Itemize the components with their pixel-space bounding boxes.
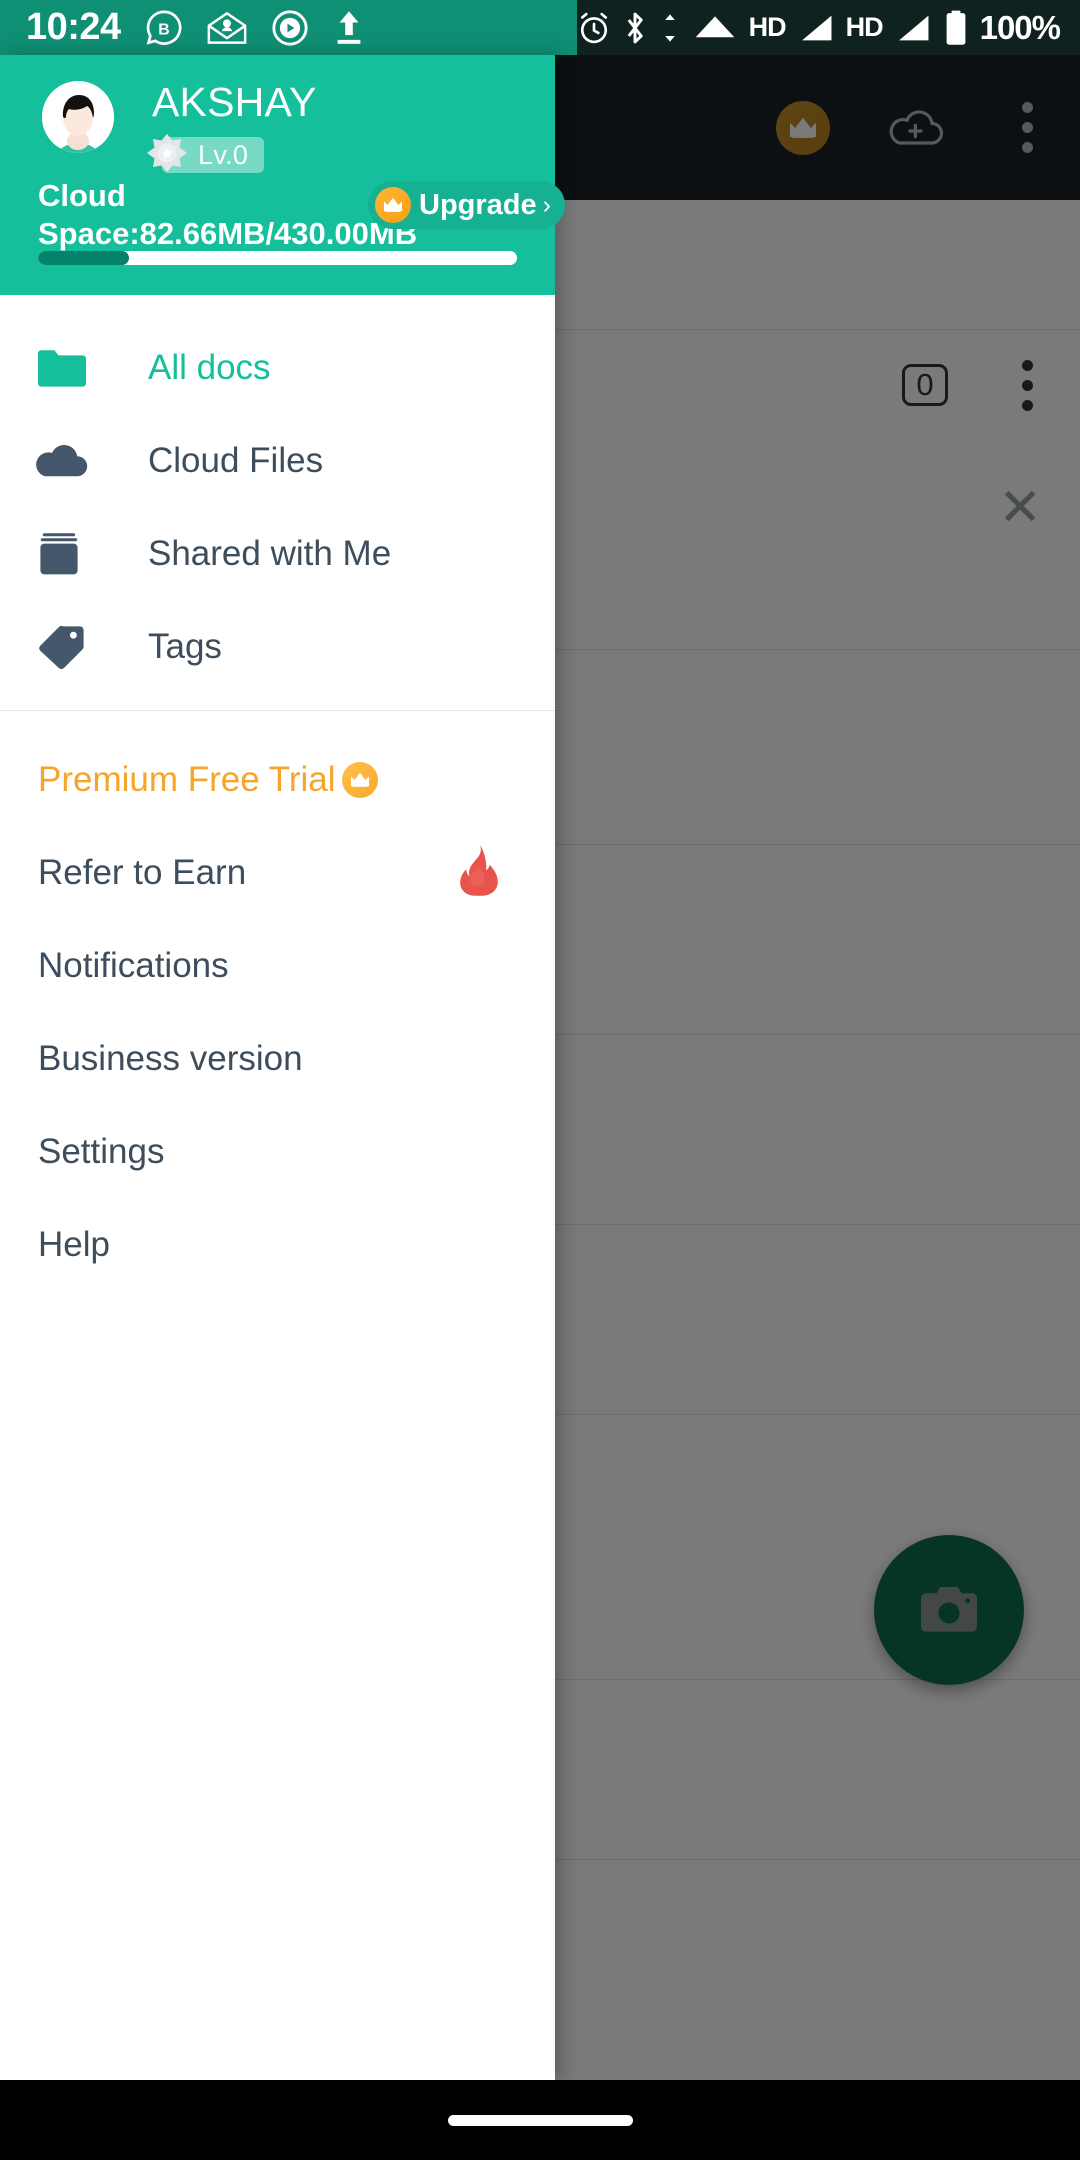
upgrade-button[interactable]: Upgrade › xyxy=(368,181,565,230)
sidebar-item-shared-with-me[interactable]: Shared with Me xyxy=(0,507,555,600)
wifi-icon xyxy=(659,12,681,44)
overflow-menu-icon[interactable] xyxy=(1004,97,1050,159)
status-bar-left: 10:24 B xyxy=(0,0,577,55)
primary-nav-section: All docs Cloud Files Shared with Me Tags xyxy=(0,295,555,711)
play-circle-icon xyxy=(271,9,309,47)
camera-icon xyxy=(921,1587,977,1632)
sidebar-item-label: Cloud Files xyxy=(148,440,324,480)
menu-item-label: Premium Free Trial xyxy=(38,759,336,799)
battery-percent: 100% xyxy=(979,8,1061,46)
cloud-add-icon[interactable] xyxy=(886,97,948,159)
close-icon[interactable]: ✕ xyxy=(998,482,1042,534)
cloud-space-text: Cloud Space:82.66MB/430.00MB xyxy=(38,178,418,251)
menu-item-label: Business version xyxy=(38,1038,303,1078)
chevron-right-icon: › xyxy=(542,190,551,219)
menu-item-label: Refer to Earn xyxy=(38,852,247,892)
upgrade-label: Upgrade xyxy=(419,188,537,221)
profile-username: AKSHAY xyxy=(152,79,317,125)
menu-item-settings[interactable]: Settings xyxy=(0,1105,555,1198)
sidebar-item-label: Tags xyxy=(148,626,222,666)
sidebar-item-label: Shared with Me xyxy=(148,533,392,573)
menu-item-business-version[interactable]: Business version xyxy=(0,1012,555,1105)
flame-icon xyxy=(455,843,503,902)
menu-item-label-wrapper: Premium Free Trial xyxy=(38,760,378,800)
menu-item-notifications[interactable]: Notifications xyxy=(0,919,555,1012)
signal-bars-icon xyxy=(797,11,835,45)
svg-text:B: B xyxy=(158,21,169,38)
count-badge: 0 xyxy=(902,364,948,406)
drawer-header: AKSHAY Lv.0 Cloud Space:82.66MB/430.00MB xyxy=(0,55,565,295)
signal-bars-icon xyxy=(894,11,932,45)
sidebar-item-cloud-files[interactable]: Cloud Files xyxy=(0,414,555,507)
menu-item-help[interactable]: Help xyxy=(0,1198,555,1291)
crown-icon xyxy=(375,187,411,224)
menu-item-label: Notifications xyxy=(38,945,229,985)
battery-icon xyxy=(943,10,969,46)
avatar[interactable] xyxy=(42,81,114,153)
home-gesture-pill[interactable] xyxy=(447,2114,633,2126)
status-bar-right: HD HD 100% xyxy=(577,0,1080,55)
cloud-space-row: Cloud Space:82.66MB/430.00MB Upgrade › xyxy=(0,177,565,253)
status-time: 10:24 xyxy=(26,6,121,48)
hd-label: HD xyxy=(845,12,884,42)
crown-icon[interactable] xyxy=(776,100,830,155)
menu-item-premium-free-trial[interactable]: Premium Free Trial xyxy=(0,733,555,826)
profile-row[interactable]: AKSHAY Lv.0 xyxy=(0,55,555,174)
folder-icon xyxy=(36,347,110,389)
navigation-drawer: AKSHAY Lv.0 Cloud Space:82.66MB/430.00MB xyxy=(0,55,565,2080)
overflow-menu-icon[interactable] xyxy=(1004,354,1050,416)
signal-wifi-icon xyxy=(692,11,738,45)
system-navigation-bar xyxy=(0,2080,1080,2160)
star-icon xyxy=(144,132,190,178)
whatsapp-business-icon: B xyxy=(145,9,183,47)
alarm-icon xyxy=(577,11,611,45)
menu-item-refer-to-earn[interactable]: Refer to Earn xyxy=(0,826,555,919)
cloud-storage-progress xyxy=(38,251,517,265)
sidebar-item-label: All docs xyxy=(148,347,271,387)
status-bar: 10:24 B HD HD 100% xyxy=(0,0,1080,55)
menu-item-label: Help xyxy=(38,1224,110,1264)
hd-label: HD xyxy=(748,12,787,42)
box-icon xyxy=(36,532,110,576)
sidebar-item-all-docs[interactable]: All docs xyxy=(0,321,555,414)
crown-icon xyxy=(341,761,378,798)
cloud-storage-progress-fill xyxy=(38,251,129,265)
upload-icon xyxy=(333,9,365,47)
bluetooth-icon xyxy=(622,11,648,45)
cloud-icon xyxy=(36,441,110,481)
level-badge: Lv.0 xyxy=(147,134,265,174)
profile-meta: AKSHAY Lv.0 xyxy=(147,79,317,174)
level-text: Lv.0 xyxy=(198,139,249,170)
camera-fab-button[interactable] xyxy=(874,1535,1024,1685)
secondary-menu-section: Premium Free Trial Refer to Earn Notific… xyxy=(0,711,555,1291)
menu-item-label: Settings xyxy=(38,1131,165,1171)
mail-open-icon xyxy=(207,10,247,46)
tag-icon xyxy=(36,624,110,670)
sidebar-item-tags[interactable]: Tags xyxy=(0,600,555,693)
